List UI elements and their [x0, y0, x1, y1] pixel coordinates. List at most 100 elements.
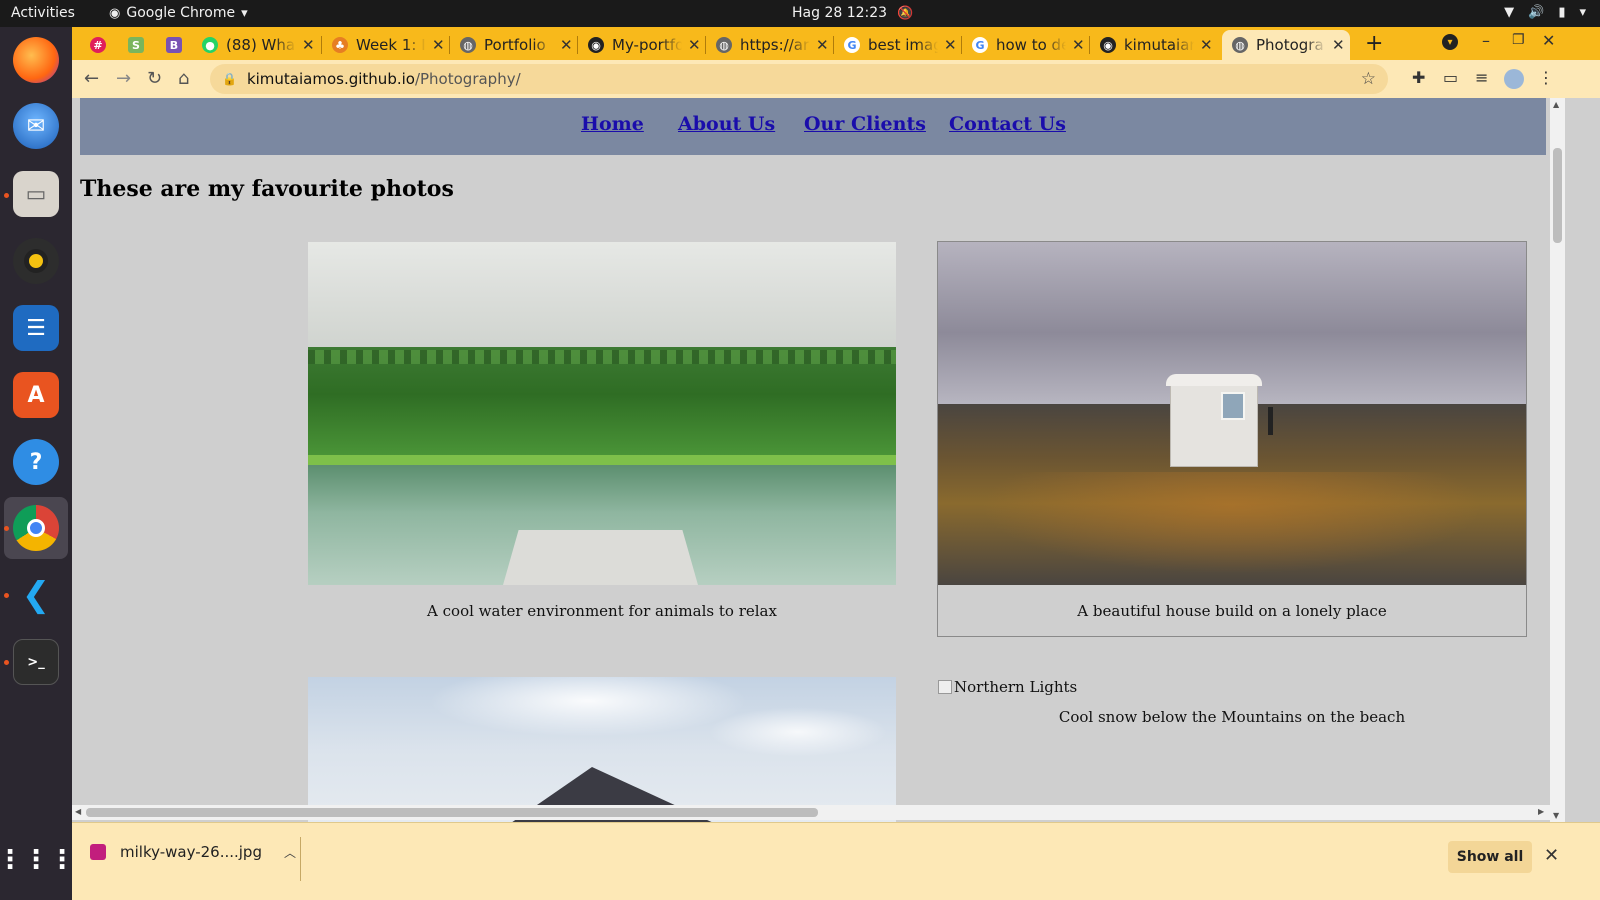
sky-building-photo — [308, 677, 896, 825]
nav-contact-link[interactable]: Contact Us — [949, 113, 1066, 135]
nav-about-link[interactable]: About Us — [678, 113, 775, 135]
menu-icon[interactable]: ⋮ — [1538, 68, 1554, 87]
minimize-icon[interactable]: – — [1482, 31, 1490, 50]
tab-portfolio[interactable]: ◍ Portfolio ✕ — [450, 30, 578, 60]
close-window-icon[interactable]: ✕ — [1542, 31, 1555, 50]
browser-toolbar: ← → ↻ ⌂ 🔒 kimutaiamos.github.io/Photogra… — [72, 60, 1600, 98]
tab-pinned-2[interactable]: S — [118, 30, 150, 60]
restore-icon[interactable]: ❐ — [1512, 32, 1525, 48]
help-icon[interactable]: ? — [13, 439, 59, 485]
software-center-icon[interactable]: A — [13, 372, 59, 418]
reload-icon[interactable]: ↻ — [147, 68, 162, 89]
terminal-icon[interactable]: >_ — [13, 639, 59, 685]
close-tab-icon[interactable]: ✕ — [1200, 36, 1213, 54]
close-tab-icon[interactable]: ✕ — [816, 36, 829, 54]
tab-search-icon[interactable]: ▾ — [1442, 34, 1458, 50]
volume-icon: 🔊 — [1528, 5, 1545, 20]
system-tray[interactable]: ▼ 🔊 ▮ ▾ — [1504, 5, 1586, 20]
download-item[interactable]: milky-way-26....jpg ︿ — [90, 843, 296, 861]
tab-my-portfolio[interactable]: ◉ My-portfo ✕ — [578, 30, 706, 60]
wifi-icon: ▼ — [1504, 5, 1515, 20]
tab-week1[interactable]: ♣ Week 1: In ✕ — [322, 30, 450, 60]
site-navbar: Home About Us Our Clients Contact Us — [80, 98, 1546, 155]
tab-https[interactable]: ◍ https://ar ✕ — [706, 30, 834, 60]
vertical-scroll-thumb[interactable] — [1553, 148, 1562, 243]
scroll-up-arrow-icon[interactable]: ▲ — [1553, 100, 1559, 109]
nav-clients-link[interactable]: Our Clients — [804, 113, 926, 135]
profile-avatar[interactable] — [1504, 69, 1524, 89]
rhythmbox-icon[interactable] — [13, 238, 59, 284]
close-tab-icon[interactable]: ✕ — [1332, 36, 1345, 54]
cast-icon[interactable]: ▭ — [1443, 68, 1458, 87]
tab-strip: # S B ● (88) What ✕ ♣ Week 1: In ✕ ◍ Por… — [72, 27, 1600, 60]
tab-title: Photogra — [1256, 36, 1324, 54]
firefox-icon[interactable] — [13, 37, 59, 83]
photo-caption: A cool water environment for animals to … — [427, 602, 777, 620]
globe-icon: ◍ — [716, 37, 732, 53]
app-menu[interactable]: ◉ Google Chrome ▾ — [109, 5, 248, 21]
chevron-up-icon[interactable]: ︿ — [284, 844, 296, 861]
back-icon[interactable]: ← — [84, 68, 99, 89]
close-tab-icon[interactable]: ✕ — [560, 36, 573, 54]
tab-best-images[interactable]: G best imag ✕ — [834, 30, 962, 60]
nav-home-link[interactable]: Home — [581, 113, 644, 135]
google-icon: G — [972, 37, 988, 53]
horizontal-scroll-thumb[interactable] — [86, 808, 818, 817]
clock[interactable]: Hag 28 12:23 🔕 — [792, 5, 913, 21]
libreoffice-writer-icon[interactable]: ☰ — [13, 305, 59, 351]
page-heading: These are my favourite photos — [80, 176, 454, 202]
image-file-icon — [90, 844, 106, 860]
close-tab-icon[interactable]: ✕ — [944, 36, 957, 54]
close-tab-icon[interactable]: ✕ — [432, 36, 445, 54]
close-tab-icon[interactable]: ✕ — [302, 36, 315, 54]
chrome-icon[interactable] — [13, 505, 59, 551]
new-tab-button[interactable]: + — [1365, 31, 1383, 56]
tab-pinned-3[interactable]: B — [156, 30, 190, 60]
image-alt-text: Northern Lights — [954, 678, 1078, 696]
address-bar[interactable]: 🔒 kimutaiamos.github.io/Photography/ ☆ — [210, 64, 1388, 94]
files-icon[interactable]: ▭ — [13, 171, 59, 217]
scroll-down-arrow-icon[interactable]: ▼ — [1553, 811, 1559, 820]
tab-photography-active[interactable]: ◍ Photogra ✕ — [1222, 30, 1350, 60]
download-shelf: milky-way-26....jpg ︿ Show all ✕ — [72, 822, 1600, 900]
tab-pinned-1[interactable]: # — [80, 30, 110, 60]
page-viewport: Home About Us Our Clients Contact Us The… — [72, 98, 1600, 825]
running-indicator — [4, 593, 9, 598]
scroll-left-arrow-icon[interactable]: ◀ — [75, 807, 81, 816]
close-tab-icon[interactable]: ✕ — [1072, 36, 1085, 54]
scroll-right-arrow-icon[interactable]: ▶ — [1538, 807, 1544, 816]
extensions-icon[interactable]: ✚ — [1412, 68, 1425, 87]
chrome-small-icon: ◉ — [109, 5, 121, 21]
github-icon: ◉ — [1100, 37, 1116, 53]
chrome-window: # S B ● (88) What ✕ ♣ Week 1: In ✕ ◍ Por… — [72, 27, 1600, 900]
photo-caption: A beautiful house build on a lonely plac… — [1077, 602, 1387, 620]
activities-button[interactable]: Activities — [11, 5, 75, 21]
broken-image-icon — [938, 680, 952, 694]
vertical-scrollbar[interactable]: ▲ ▼ — [1550, 98, 1565, 825]
app-menu-label: Google Chrome — [126, 5, 236, 21]
notifications-muted-icon: 🔕 — [897, 5, 914, 21]
thunderbird-icon[interactable]: ✉ — [13, 103, 59, 149]
tab-title: kimutaian — [1124, 36, 1194, 54]
running-indicator — [4, 193, 9, 198]
bookmark-star-icon[interactable]: ☆ — [1361, 69, 1376, 89]
whatsapp-icon: ● — [202, 37, 218, 53]
tab-kimutaiamos[interactable]: ◉ kimutaian ✕ — [1090, 30, 1218, 60]
app-grid-icon[interactable]: ⋮⋮⋮ — [0, 837, 75, 883]
close-tab-icon[interactable]: ✕ — [688, 36, 701, 54]
tab-how-to[interactable]: G how to de ✕ — [962, 30, 1090, 60]
home-icon[interactable]: ⌂ — [178, 68, 189, 89]
tab-whatsapp[interactable]: ● (88) What ✕ — [192, 30, 322, 60]
tab-title: how to de — [996, 36, 1066, 54]
b-icon: B — [166, 37, 182, 53]
slack-icon: # — [90, 37, 106, 53]
media-controls-icon[interactable]: ≡ — [1475, 68, 1488, 87]
tab-title: https://ar — [740, 36, 810, 54]
horizontal-scrollbar[interactable]: ◀ ▶ — [72, 805, 1550, 820]
vscode-icon[interactable]: ❮ — [13, 572, 59, 618]
close-shelf-icon[interactable]: ✕ — [1544, 845, 1559, 866]
show-all-button[interactable]: Show all — [1448, 841, 1532, 873]
github-icon: ◉ — [588, 37, 604, 53]
battery-icon: ▮ — [1558, 5, 1566, 20]
forward-icon[interactable]: → — [116, 68, 131, 89]
